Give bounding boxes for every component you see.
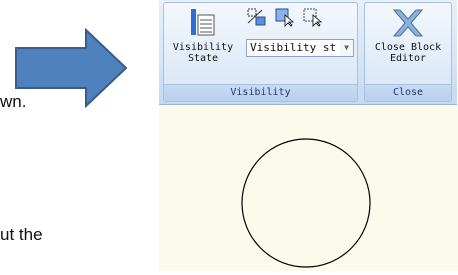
close-block-editor-label-2: Editor [389, 53, 427, 64]
visibility-state-button[interactable]: Visibility State [166, 7, 240, 64]
circle-drawing [241, 138, 371, 268]
close-editor-x-icon [392, 9, 424, 37]
close-group-label: Close [365, 84, 451, 101]
visibility-group: Visibility State Visibility st ▼ Visibil… [163, 2, 358, 102]
visibility-group-label: Visibility [164, 84, 357, 101]
drawing-canvas[interactable] [159, 105, 458, 271]
close-group: Close Block Editor Close [364, 2, 452, 102]
right-arrow-icon [15, 28, 128, 108]
document-text-fragment: ut the [0, 225, 43, 244]
make-visible-icon[interactable] [274, 7, 296, 27]
visibility-state-label-2: State [187, 53, 219, 64]
close-block-editor-label-1: Close Block [374, 42, 442, 53]
ribbon-panel: Visibility State Visibility st ▼ Visibil… [159, 0, 457, 105]
make-invisible-icon[interactable] [302, 7, 324, 27]
toggle-visibility-icon[interactable] [246, 7, 268, 27]
visibility-tool-icons [246, 7, 324, 27]
chevron-down-icon[interactable]: ▼ [340, 40, 353, 56]
close-block-editor-button[interactable]: Close Block Editor [367, 7, 449, 64]
visibility-state-dropdown-value: Visibility st [250, 41, 337, 54]
visibility-state-icon [191, 9, 215, 36]
visibility-state-dropdown[interactable]: Visibility st ▼ [246, 39, 354, 57]
visibility-state-label-1: Visibility [172, 42, 234, 53]
